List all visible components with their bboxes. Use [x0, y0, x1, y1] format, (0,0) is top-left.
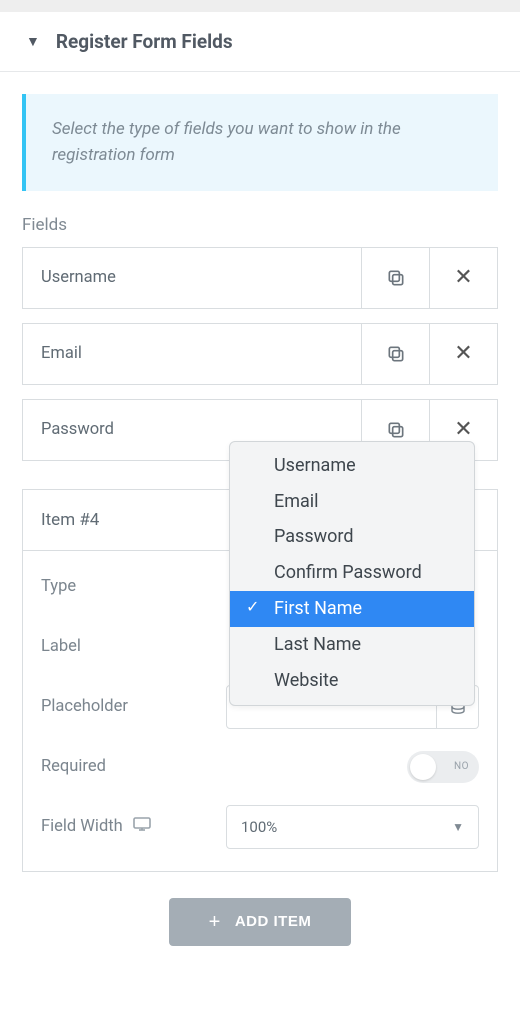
close-icon: ✕ [454, 341, 472, 366]
dropdown-option-first-name[interactable]: First Name [230, 591, 474, 627]
dropdown-option-email[interactable]: Email [230, 484, 474, 520]
copy-icon [386, 344, 406, 364]
caret-down-icon: ▼ [26, 33, 40, 50]
placeholder-label: Placeholder [41, 697, 226, 716]
accordion-header[interactable]: ▼ Register Form Fields [0, 12, 520, 72]
field-title: Username [23, 248, 361, 308]
add-item-row: + ADD ITEM [22, 872, 498, 954]
fields-label: Fields [22, 215, 498, 235]
panel-body: Select the type of fields you want to sh… [0, 72, 520, 954]
duplicate-button[interactable] [361, 248, 429, 308]
required-label: Required [41, 757, 226, 776]
dropdown-option-confirm-password[interactable]: Confirm Password [230, 555, 474, 591]
field-title: Email [23, 324, 361, 384]
editor-body: Username Email Password Confirm Password… [23, 551, 497, 871]
form-row-field-width: Field Width 100% ▼ [41, 805, 479, 849]
add-item-button[interactable]: + ADD ITEM [169, 898, 352, 946]
fields-list: Username ✕ Email ✕ Password ✕ [22, 247, 498, 872]
toggle-text: NO [454, 761, 469, 772]
info-box: Select the type of fields you want to sh… [22, 94, 498, 191]
field-width-label: Field Width [41, 817, 123, 836]
info-text: Select the type of fields you want to sh… [52, 119, 401, 165]
label-label: Label [41, 637, 226, 656]
field-width-value: 100% [241, 818, 277, 836]
dropdown-option-last-name[interactable]: Last Name [230, 627, 474, 663]
close-icon: ✕ [454, 265, 472, 290]
type-label: Type [41, 577, 226, 596]
close-icon: ✕ [454, 417, 472, 442]
type-dropdown[interactable]: Username Email Password Confirm Password… [229, 441, 475, 706]
remove-button[interactable]: ✕ [429, 324, 497, 384]
chevron-down-icon: ▼ [452, 820, 464, 834]
plus-icon: + [209, 912, 221, 932]
toggle-knob [410, 754, 436, 780]
duplicate-button[interactable] [361, 324, 429, 384]
required-toggle[interactable]: NO [407, 751, 479, 783]
remove-button[interactable]: ✕ [429, 248, 497, 308]
form-row-required: Required NO [41, 745, 479, 789]
responsive-icon[interactable] [133, 817, 151, 836]
field-row[interactable]: Email ✕ [22, 323, 498, 385]
dropdown-option-password[interactable]: Password [230, 519, 474, 555]
dropdown-option-website[interactable]: Website [230, 663, 474, 699]
field-row[interactable]: Username ✕ [22, 247, 498, 309]
window-top-bar [0, 0, 520, 12]
copy-icon [386, 420, 406, 440]
section-title: Register Form Fields [56, 30, 233, 53]
add-item-label: ADD ITEM [235, 913, 312, 930]
field-editor: Item #4 Username Email Password Confirm … [22, 489, 498, 872]
field-width-select[interactable]: 100% ▼ [226, 805, 479, 849]
copy-icon [386, 268, 406, 288]
dropdown-option-username[interactable]: Username [230, 448, 474, 484]
